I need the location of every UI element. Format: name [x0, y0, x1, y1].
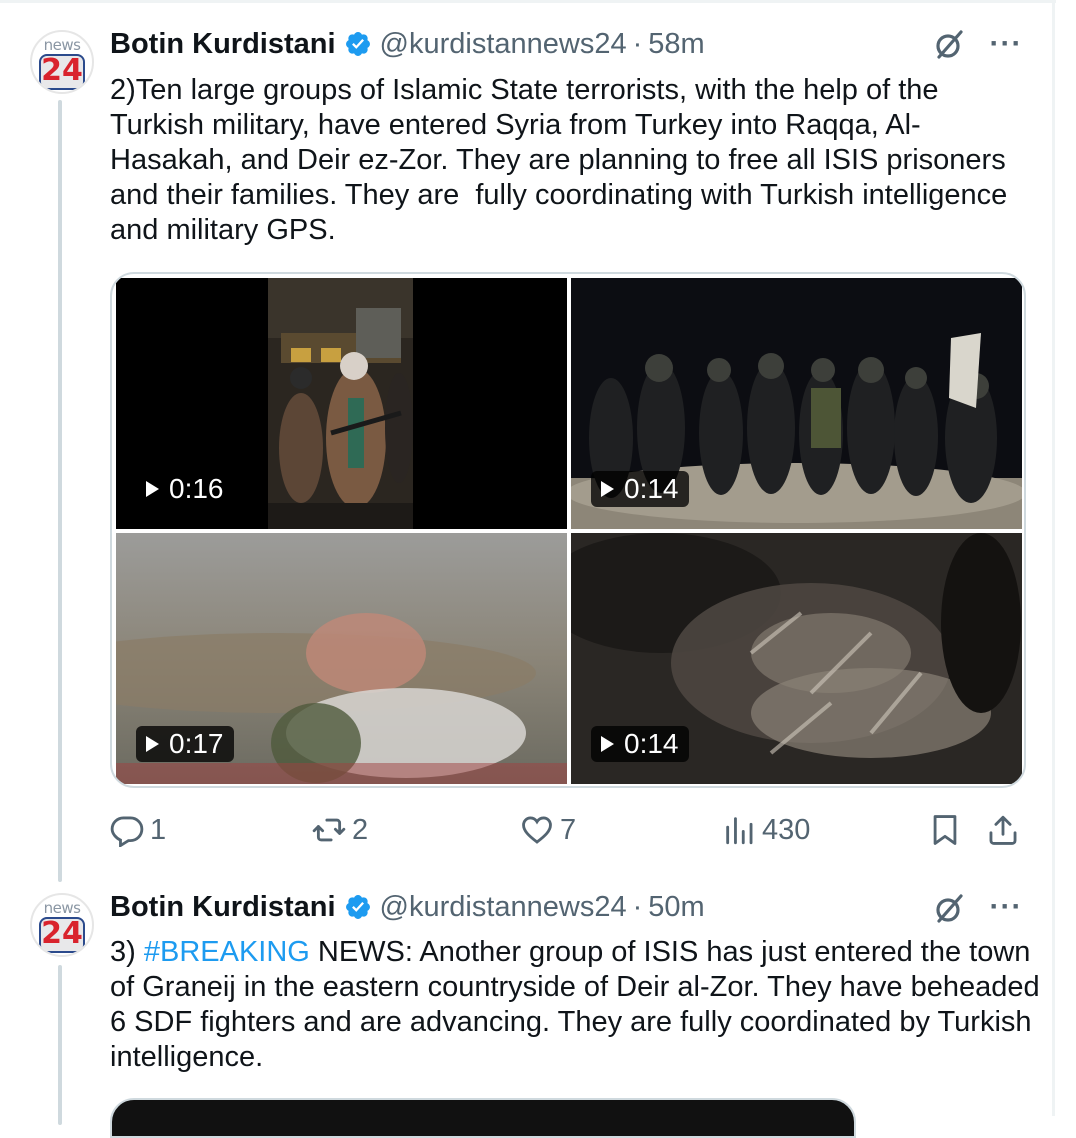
author-handle[interactable]: @kurdistannews24 [380, 891, 627, 924]
avatar[interactable]: news 24 [30, 893, 94, 957]
video-thumbnail[interactable]: 0:14 [571, 278, 1022, 529]
tweet-text: 3) #BREAKING NEWS: Another group of ISIS… [110, 935, 1040, 1075]
media-preview[interactable] [110, 1098, 856, 1138]
avatar-news-text: news [43, 899, 81, 917]
share-button[interactable] [986, 810, 1020, 850]
separator-dot: · [632, 27, 643, 60]
video-duration: 0:14 [624, 473, 679, 504]
timestamp[interactable]: 50m [648, 891, 704, 924]
video-thumbnail[interactable]: 0:16 [116, 278, 567, 529]
video-thumbnail[interactable]: 0:17 [116, 533, 567, 784]
verified-badge-icon [345, 895, 370, 919]
more-icon[interactable]: ··· [988, 890, 1024, 924]
author-handle[interactable]: @kurdistannews24 [380, 28, 627, 61]
top-divider [0, 0, 1056, 3]
heart-icon [522, 816, 552, 844]
video-duration-badge: 0:14 [591, 726, 689, 762]
tweet-text-prefix: 3) [110, 936, 144, 968]
separator-dot: · [632, 890, 643, 923]
tweet-text: 2)Ten large groups of Islamic State terr… [110, 74, 1016, 246]
verified-badge-icon [345, 32, 370, 56]
video-duration-badge: 0:14 [591, 471, 689, 507]
reply-count: 1 [150, 813, 167, 846]
reply-icon [110, 816, 144, 847]
video-thumbnail[interactable]: 0:14 [571, 533, 1022, 784]
like-count: 7 [560, 813, 577, 846]
more-icon[interactable]: ··· [988, 27, 1024, 61]
repost-icon [312, 818, 346, 842]
tweet-actions: 1 2 7 430 [110, 810, 1026, 850]
right-divider [1052, 0, 1055, 1116]
avatar-number: 24 [39, 54, 85, 90]
bookmark-icon [933, 815, 957, 845]
video-duration: 0:14 [624, 728, 679, 759]
repost-count: 2 [352, 813, 369, 846]
play-icon [146, 736, 159, 752]
bookmark-button[interactable] [928, 810, 962, 850]
author-name[interactable]: Botin Kurdistani [110, 891, 336, 924]
timestamp[interactable]: 58m [648, 28, 704, 61]
views-icon [726, 817, 753, 845]
play-icon [601, 736, 614, 752]
video-duration-badge: 0:16 [136, 471, 234, 507]
views-button[interactable]: 430 [722, 810, 810, 850]
thread-connector-line [58, 965, 62, 1125]
reply-button[interactable]: 1 [110, 810, 166, 850]
video-duration: 0:17 [169, 728, 224, 759]
avatar-news-text: news [43, 36, 81, 54]
author-name[interactable]: Botin Kurdistani [110, 28, 336, 61]
hashtag-link[interactable]: #BREAKING [144, 936, 310, 968]
media-grid[interactable]: 0:16 0:14 0:17 0:14 [110, 272, 1026, 788]
tweet-header: Botin Kurdistani @kurdistannews24 · 50m [110, 890, 705, 924]
play-icon [601, 481, 614, 497]
avatar-number: 24 [39, 917, 85, 953]
video-duration-badge: 0:17 [136, 726, 234, 762]
view-count: 430 [762, 813, 811, 846]
repost-button[interactable]: 2 [312, 810, 368, 850]
grok-icon[interactable] [932, 28, 966, 62]
like-button[interactable]: 7 [520, 810, 576, 850]
tweet-header: Botin Kurdistani @kurdistannews24 · 58m [110, 27, 705, 61]
avatar[interactable]: news 24 [30, 30, 94, 94]
video-duration: 0:16 [169, 473, 224, 504]
play-icon [146, 481, 159, 497]
thread-connector-line [58, 100, 62, 882]
grok-icon[interactable] [932, 892, 966, 926]
share-icon [989, 815, 1017, 845]
